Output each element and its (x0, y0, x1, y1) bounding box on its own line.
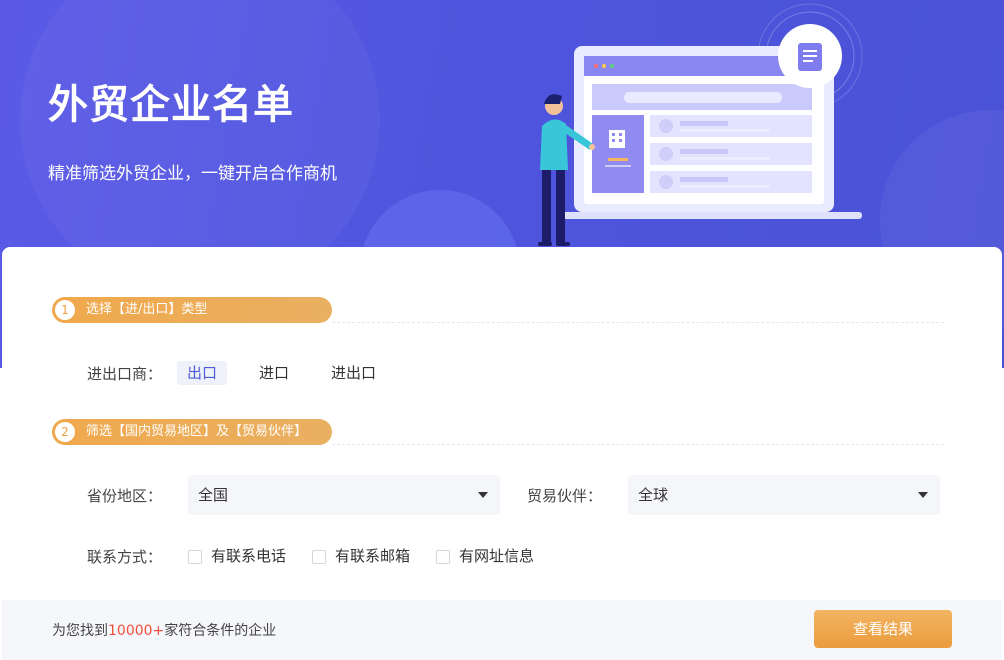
result-suffix: 家符合条件的企业 (164, 623, 277, 639)
checkbox-icon[interactable] (188, 550, 202, 564)
document-icon (798, 43, 822, 71)
chevron-down-icon (478, 492, 488, 498)
import-export-label: 进出口商： (87, 365, 163, 383)
hero-illustration (538, 3, 863, 246)
step-label: 选择【进/出口】类型 (86, 302, 208, 317)
step-2-header: 2 筛选【国内贸易地区】及【贸易伙伴】 (52, 419, 332, 445)
partner-select[interactable]: 全球 (628, 475, 940, 515)
option-export[interactable]: 出口 (177, 361, 228, 385)
divider (332, 322, 944, 323)
filter-card: 1 选择【进/出口】类型 进出口商： 出口 进口 进出口 2 筛选【国内贸易地区… (2, 247, 1002, 660)
province-select[interactable]: 全国 (188, 475, 500, 515)
option-import[interactable]: 进口 (249, 361, 299, 385)
partner-label: 贸易伙伴： (527, 487, 603, 505)
checkbox-label: 有联系邮箱 (335, 547, 411, 565)
partner-value: 全球 (638, 486, 669, 504)
step-number: 1 (55, 300, 75, 320)
page-title: 外贸企业名单 (48, 82, 294, 128)
divider (332, 444, 944, 445)
province-label: 省份地区： (87, 487, 163, 505)
chevron-down-icon (918, 492, 928, 498)
building-icon (609, 130, 625, 148)
result-bar: 为您找到10000+家符合条件的企业 查看结果 (2, 600, 1002, 660)
step-number: 2 (55, 422, 75, 442)
checkbox-icon[interactable] (312, 550, 326, 564)
contact-label: 联系方式： (87, 548, 163, 566)
step-label: 筛选【国内贸易地区】及【贸易伙伴】 (86, 424, 308, 439)
province-value: 全国 (198, 486, 229, 504)
checkbox-label: 有网址信息 (459, 547, 535, 565)
checkbox-icon[interactable] (436, 550, 450, 564)
checkbox-label: 有联系电话 (211, 547, 287, 565)
result-prefix: 为您找到 (52, 623, 108, 639)
option-import-export[interactable]: 进出口 (321, 361, 386, 385)
result-summary: 为您找到10000+家符合条件的企业 (52, 620, 276, 640)
result-count: 10000+ (108, 623, 165, 639)
step-1-header: 1 选择【进/出口】类型 (52, 297, 332, 323)
view-results-button[interactable]: 查看结果 (814, 610, 952, 648)
page-subtitle: 精准筛选外贸企业，一键开启合作商机 (48, 164, 337, 184)
